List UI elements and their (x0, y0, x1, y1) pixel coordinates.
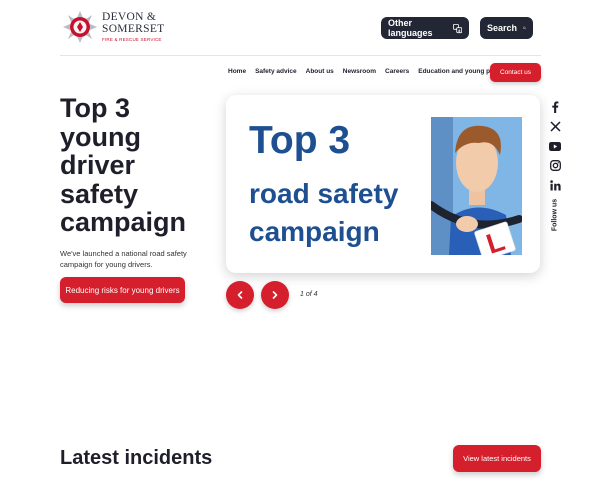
previous-slide-button[interactable] (226, 281, 254, 309)
youtube-icon[interactable] (548, 139, 562, 153)
hero-title: Top 3 young driver safety campaign (60, 94, 220, 237)
slide-subtitle-line-2: campaign (249, 216, 380, 247)
hero-title-line: campaign (60, 207, 187, 237)
main-nav: Home Safety advice About us Newsroom Car… (228, 68, 516, 75)
other-languages-button[interactable]: Other languages (381, 17, 469, 39)
chevron-right-icon (272, 291, 278, 299)
nav-item-newsroom[interactable]: Newsroom (343, 68, 376, 75)
slide-title: Top 3 (249, 119, 351, 162)
search-label: Search (487, 23, 518, 33)
other-languages-label: Other languages (388, 18, 433, 38)
young-driver-illustration: L (431, 117, 522, 255)
chevron-left-icon (237, 291, 243, 299)
hero-title-line: Top 3 (60, 93, 130, 123)
instagram-icon[interactable] (548, 159, 562, 173)
crest-icon (63, 11, 97, 43)
x-icon[interactable] (548, 120, 562, 134)
nav-item-home[interactable]: Home (228, 68, 246, 75)
slide-subtitle-line-1: road safety (249, 178, 399, 209)
site-logo[interactable]: DEVON & SOMERSET FIRE & RESCUE SERVICE (62, 10, 164, 44)
nav-item-careers[interactable]: Careers (385, 68, 409, 75)
header-divider (60, 55, 541, 56)
hero-title-line: safety (60, 178, 139, 209)
latest-incidents-heading: Latest incidents (60, 447, 213, 469)
hero-description: We've launched a national road safety ca… (60, 249, 187, 269)
logo-line-3: FIRE & RESCUE SERVICE (102, 36, 162, 42)
slide-counter: 1 of 4 (300, 291, 318, 298)
search-icon (523, 26, 526, 30)
hero-title-line: driver (60, 150, 136, 180)
hero-title-line: young (60, 121, 141, 152)
social-links (548, 100, 562, 198)
view-latest-incidents-button[interactable]: View latest incidents (453, 445, 541, 472)
translate-icon (452, 23, 462, 33)
logo-line-2: SOMERSET (102, 23, 165, 36)
search-button[interactable]: Search (480, 17, 533, 39)
contact-us-button[interactable]: Contact us (490, 63, 541, 82)
follow-us-text: Follow us (551, 198, 559, 232)
slide-card[interactable]: Top 3 road safety campaign L (226, 95, 540, 273)
facebook-icon[interactable] (548, 100, 562, 114)
next-slide-button[interactable] (261, 281, 289, 309)
follow-us-label: Follow us (548, 196, 562, 234)
logo-line-1: DEVON & (102, 10, 157, 23)
reducing-risks-button[interactable]: Reducing risks for young drivers (60, 277, 185, 303)
nav-item-about-us[interactable]: About us (306, 68, 334, 75)
nav-item-safety-advice[interactable]: Safety advice (255, 68, 297, 75)
linkedin-icon[interactable] (548, 178, 562, 192)
